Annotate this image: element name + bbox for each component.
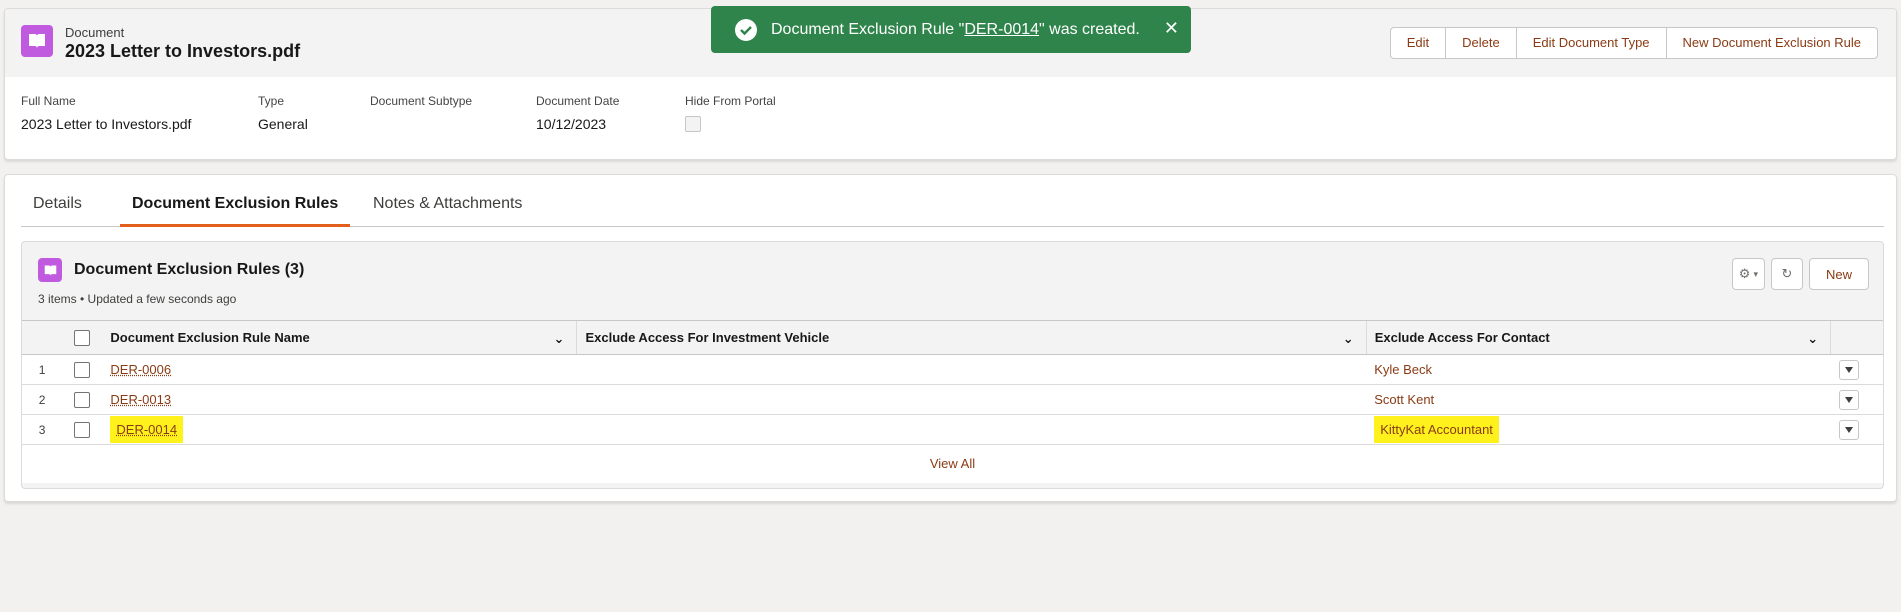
field-label: Document Subtype [370, 94, 473, 108]
hide-from-portal-checkbox [685, 116, 701, 132]
field-label: Full Name [21, 94, 76, 108]
column-header-vehicle[interactable]: Exclude Access For Investment Vehicle ⌄ [576, 320, 1367, 355]
select-all-checkbox[interactable] [74, 329, 91, 346]
chevron-down-icon: ▾ [1753, 268, 1758, 279]
column-header-name[interactable]: Document Exclusion Rule Name ⌄ [102, 320, 577, 355]
record-link-highlighted[interactable]: DER-0014 [110, 416, 184, 443]
related-list-actions: ⚙ ▾ ↻ New [1731, 258, 1869, 290]
success-check-icon [735, 18, 757, 41]
actions-header [1830, 320, 1883, 355]
document-exclusion-rule-icon [38, 258, 62, 282]
row-actions-cell [1830, 384, 1883, 415]
column-label: Exclude Access For Investment Vehicle [585, 330, 830, 345]
record-title: 2023 Letter to Investors.pdf [65, 41, 301, 61]
refresh-button[interactable]: ↻ [1770, 258, 1803, 290]
row-select-cell [62, 354, 103, 385]
view-all-row: View All [22, 444, 1883, 484]
table-row: 2 DER-0013 Scott Kent [22, 384, 1883, 415]
row-actions-chevron-icon[interactable] [1838, 359, 1859, 380]
contact-link-highlighted[interactable]: KittyKat Accountant [1374, 416, 1499, 443]
related-list-table: Document Exclusion Rule Name ⌄ Exclude A… [22, 320, 1883, 483]
field-value: 10/12/2023 [536, 116, 607, 132]
tab-notes-attachments[interactable]: Notes & Attachments [361, 191, 534, 227]
field-type: Type General [258, 94, 308, 132]
row-actions-cell [1830, 354, 1883, 385]
record-link[interactable]: DER-0013 [110, 392, 171, 407]
contact-cell: KittyKat Accountant [1366, 414, 1831, 445]
contact-link[interactable]: Kyle Beck [1374, 362, 1432, 377]
row-number: 1 [22, 354, 63, 385]
related-list: Document Exclusion Rules (3) 3 items • U… [21, 241, 1884, 489]
name-cell: DER-0006 [102, 354, 577, 385]
field-full-name: Full Name 2023 Letter to Investors.pdf [21, 94, 191, 132]
delete-button[interactable]: Delete [1445, 28, 1516, 58]
chevron-down-icon[interactable]: ⌄ [1343, 331, 1354, 347]
toast-record-link[interactable]: DER-0014 [964, 21, 1039, 39]
field-subtype: Document Subtype [370, 94, 472, 116]
column-label: Exclude Access For Contact [1374, 330, 1550, 345]
column-header-contact[interactable]: Exclude Access For Contact ⌄ [1365, 320, 1831, 355]
field-hide-from-portal: Hide From Portal [685, 94, 776, 132]
select-all-header [62, 320, 103, 355]
row-number: 2 [22, 384, 63, 415]
related-list-header: Document Exclusion Rules (3) [38, 258, 304, 282]
gear-icon: ⚙ [1738, 266, 1751, 281]
edit-button[interactable]: Edit [1391, 28, 1445, 58]
close-icon[interactable]: ✕ [1164, 18, 1179, 39]
row-select-cell [62, 414, 103, 445]
new-button[interactable]: New [1808, 258, 1869, 290]
success-toast: Document Exclusion Rule " DER-0014 " was c… [711, 6, 1191, 53]
table-header-row: Document Exclusion Rule Name ⌄ Exclude A… [22, 320, 1883, 355]
row-actions-chevron-icon[interactable] [1838, 419, 1859, 440]
row-actions-chevron-icon[interactable] [1838, 389, 1859, 410]
column-label: Document Exclusion Rule Name [110, 330, 310, 345]
vehicle-cell [576, 414, 1367, 445]
refresh-icon: ↻ [1781, 266, 1793, 281]
object-label: Document [65, 25, 125, 40]
row-checkbox[interactable] [74, 421, 91, 438]
contact-link[interactable]: Scott Kent [1374, 392, 1434, 407]
field-value: 2023 Letter to Investors.pdf [21, 116, 192, 132]
field-value: General [258, 116, 308, 132]
row-checkbox[interactable] [74, 361, 91, 378]
document-object-icon [21, 25, 53, 57]
row-select-cell [62, 384, 103, 415]
toast-suffix: " was created. [1039, 20, 1140, 38]
field-label: Type [258, 94, 285, 108]
vehicle-cell [576, 354, 1367, 385]
table-row: 1 DER-0006 Kyle Beck [22, 354, 1883, 385]
record-link[interactable]: DER-0006 [110, 362, 171, 377]
row-checkbox[interactable] [74, 391, 91, 408]
list-settings-button[interactable]: ⚙ ▾ [1731, 258, 1765, 290]
related-list-meta: 3 items • Updated a few seconds ago [38, 292, 237, 306]
contact-cell: Kyle Beck [1366, 354, 1831, 385]
edit-document-type-button[interactable]: Edit Document Type [1515, 28, 1666, 58]
name-cell: DER-0013 [102, 384, 577, 415]
view-all-cell: View All [22, 445, 1883, 484]
table-row: 3 DER-0014 KittyKat Accountant [22, 414, 1883, 445]
tab-document-exclusion-rules[interactable]: Document Exclusion Rules [120, 191, 351, 227]
chevron-down-icon[interactable]: ⌄ [1807, 331, 1818, 347]
view-all-link[interactable]: View All [930, 456, 975, 471]
new-document-exclusion-rule-button[interactable]: New Document Exclusion Rule [1665, 28, 1877, 58]
tab-details[interactable]: Details [21, 191, 94, 227]
name-cell: DER-0014 [102, 414, 577, 445]
row-number: 3 [22, 414, 63, 445]
field-document-date: Document Date 10/12/2023 [536, 94, 619, 132]
chevron-down-icon[interactable]: ⌄ [554, 331, 565, 347]
related-list-title[interactable]: Document Exclusion Rules (3) [74, 261, 304, 279]
tab-bar: Details Document Exclusion Rules Notes &… [21, 175, 1884, 227]
tabset-card: Details Document Exclusion Rules Notes &… [4, 174, 1897, 502]
field-label: Hide From Portal [685, 94, 776, 108]
row-number-header [22, 320, 63, 355]
contact-cell: Scott Kent [1366, 384, 1831, 415]
vehicle-cell [576, 384, 1367, 415]
toast-prefix: Document Exclusion Rule " [771, 20, 965, 38]
row-actions-cell [1830, 414, 1883, 445]
record-actions: Edit Delete Edit Document Type New Docum… [1389, 27, 1878, 59]
field-label: Document Date [536, 94, 620, 108]
